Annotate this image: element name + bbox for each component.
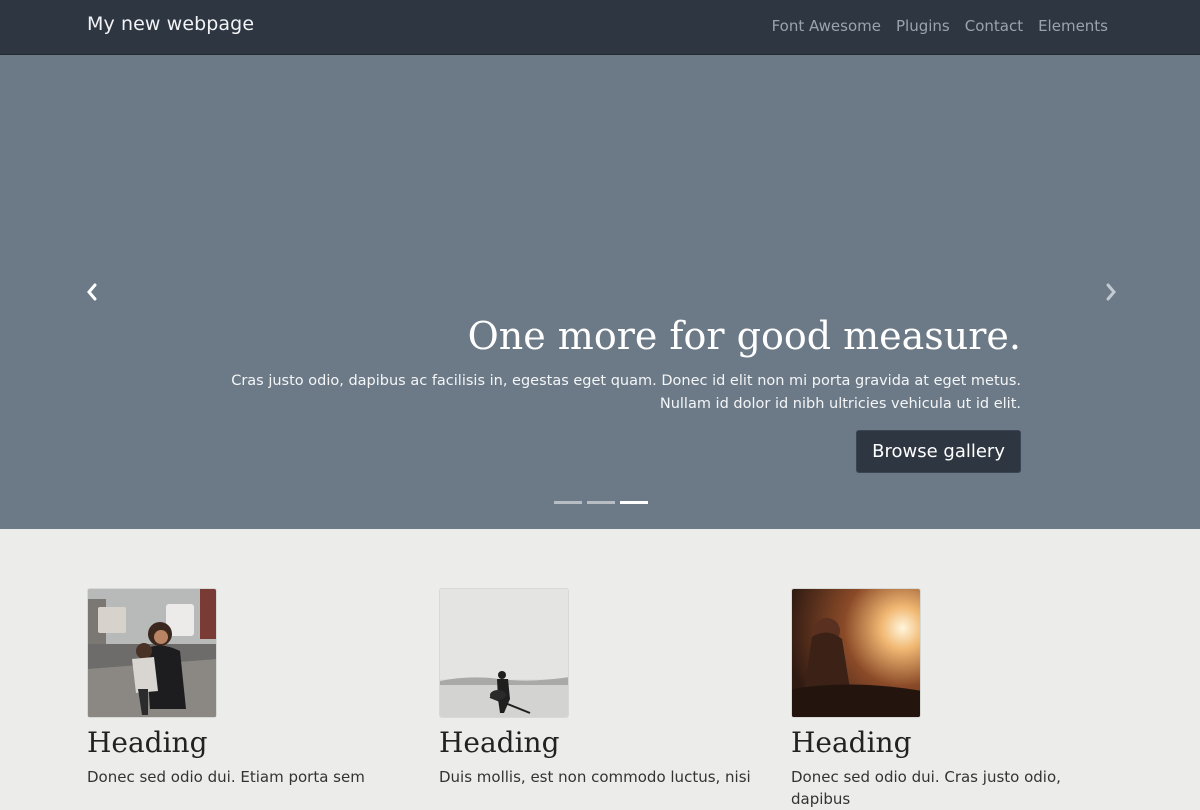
feature-heading: Heading	[87, 726, 208, 759]
feature-text: Donec sed odio dui. Etiam porta sem	[87, 768, 365, 786]
chevron-right-icon	[1106, 283, 1116, 301]
carousel-indicator-2[interactable]	[587, 501, 615, 504]
feature-card: Heading Donec sed odio dui. Etiam porta …	[87, 588, 417, 788]
feature-image-guitarist	[439, 588, 569, 718]
nav-links: Font Awesome Plugins Contact Elements	[772, 17, 1108, 35]
chevron-left-icon	[87, 283, 97, 301]
nav-link-elements[interactable]: Elements	[1038, 17, 1108, 35]
carousel-indicator-1[interactable]	[554, 501, 582, 504]
navbar: My new webpage Font Awesome Plugins Cont…	[0, 0, 1200, 55]
nav-link-font-awesome[interactable]: Font Awesome	[772, 17, 881, 35]
brand-link[interactable]: My new webpage	[87, 13, 254, 35]
feature-image-sunset	[791, 588, 921, 718]
feature-image-street	[87, 588, 217, 718]
carousel-prev-button[interactable]	[77, 277, 107, 307]
carousel-title: One more for good measure.	[467, 314, 1021, 358]
nav-link-contact[interactable]: Contact	[965, 17, 1023, 35]
feature-text: Donec sed odio dui. Cras justo odio, dap…	[791, 768, 1061, 808]
feature-heading: Heading	[791, 726, 912, 759]
browse-gallery-button[interactable]: Browse gallery	[856, 430, 1021, 473]
carousel-next-button[interactable]	[1096, 277, 1126, 307]
features-section: Heading Donec sed odio dui. Etiam porta …	[0, 529, 1200, 808]
feature-heading: Heading	[439, 726, 560, 759]
carousel-indicators	[554, 501, 648, 504]
carousel-indicator-3[interactable]	[620, 501, 648, 504]
feature-text: Duis mollis, est non commodo luctus, nis…	[439, 768, 751, 786]
carousel-text: Cras justo odio, dapibus ac facilisis in…	[231, 373, 1021, 412]
carousel-caption: One more for good measure. Cras justo od…	[201, 310, 1021, 473]
feature-card: Heading Duis mollis, est non commodo luc…	[439, 588, 769, 788]
feature-card: Heading Donec sed odio dui. Cras justo o…	[791, 588, 1121, 810]
nav-link-plugins[interactable]: Plugins	[896, 17, 950, 35]
hero-carousel: One more for good measure. Cras justo od…	[0, 55, 1200, 529]
